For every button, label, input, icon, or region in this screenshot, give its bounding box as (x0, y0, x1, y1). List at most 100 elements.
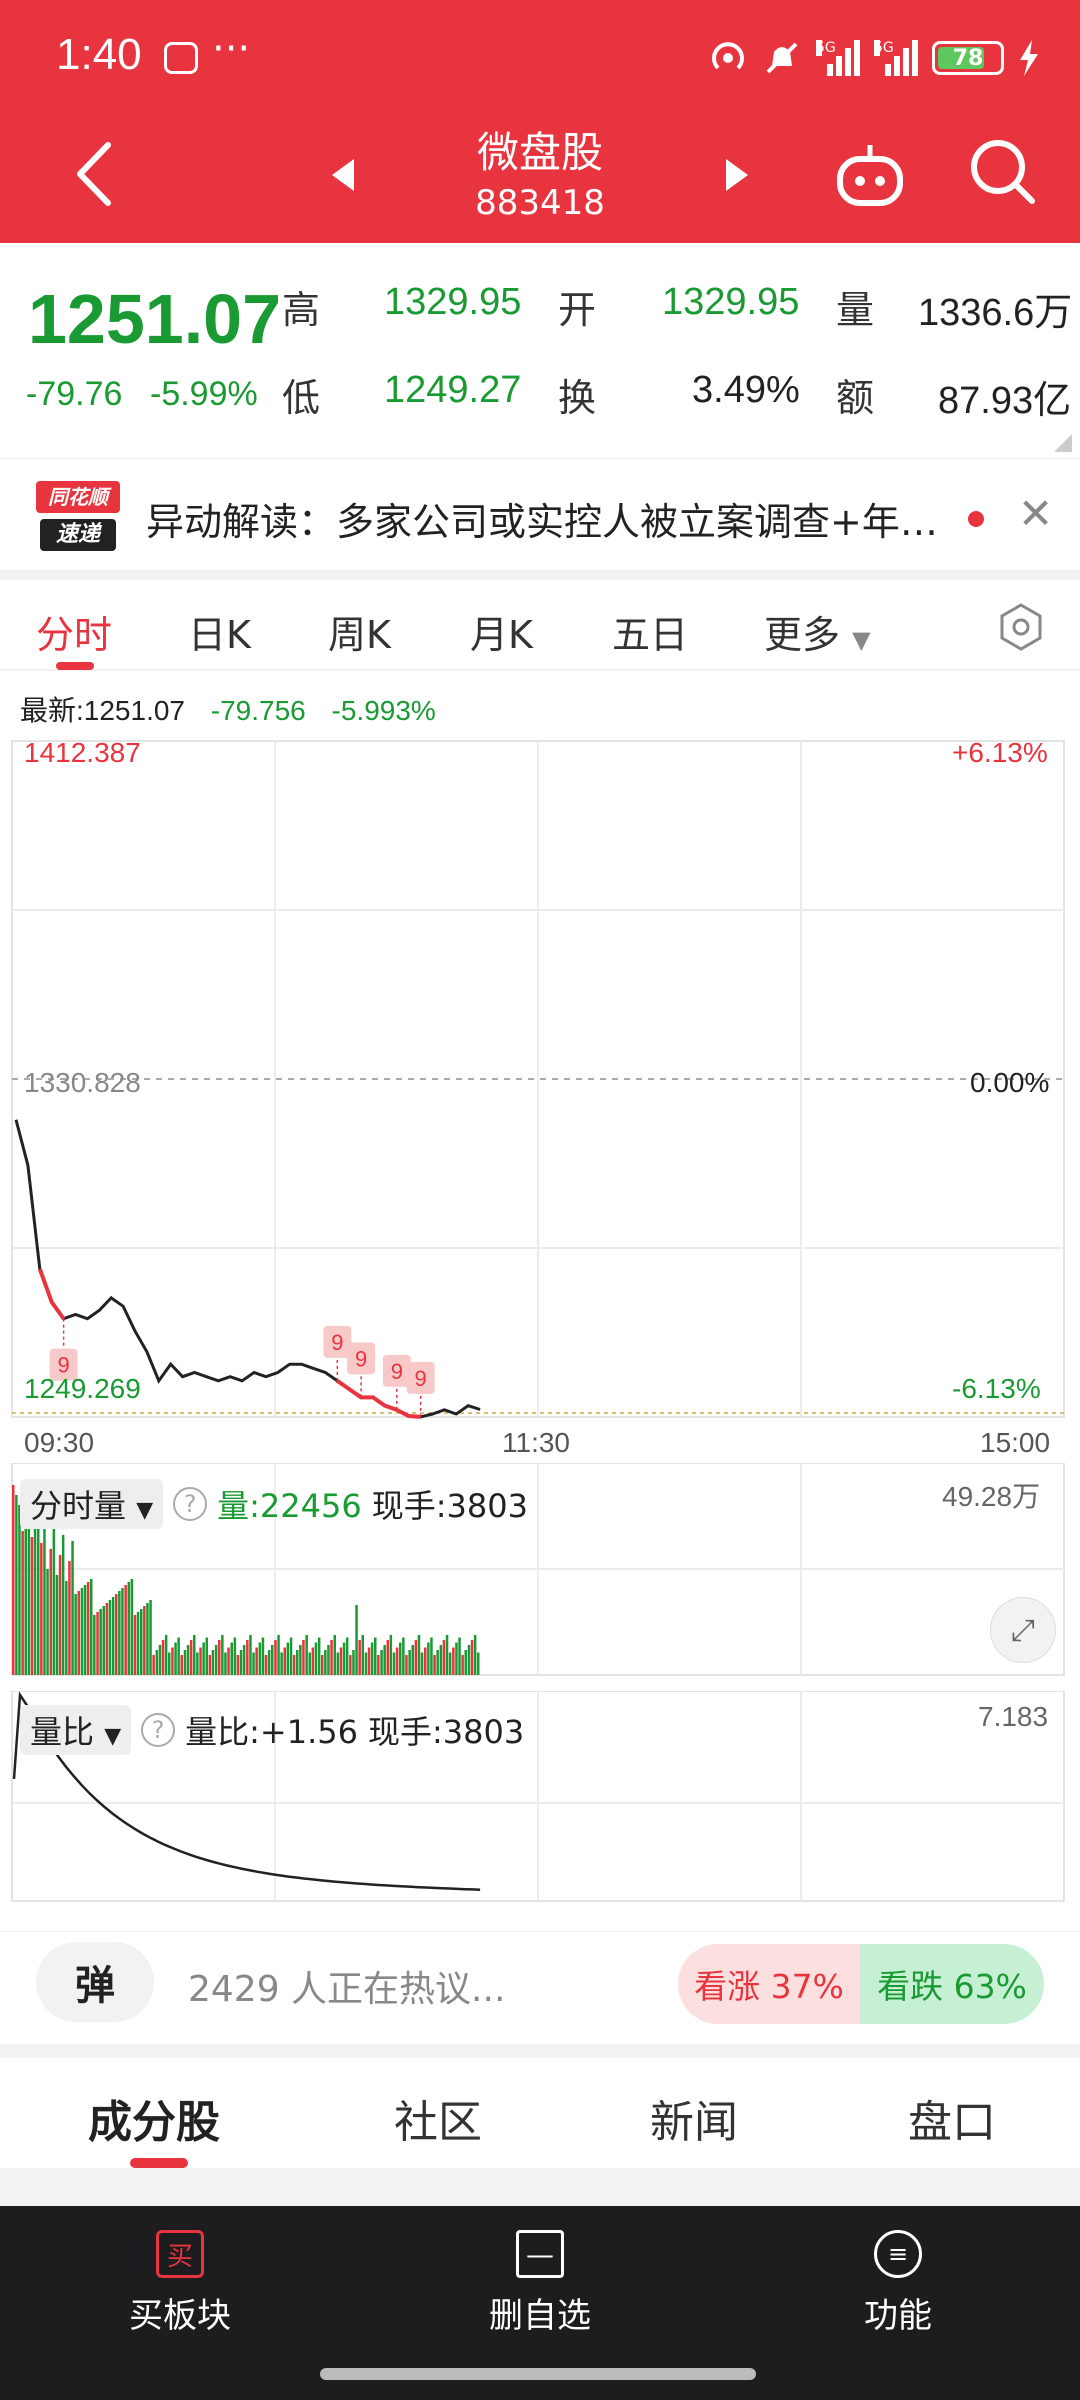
volume-bar-113 (364, 1652, 368, 1675)
volume-bar-110 (355, 1605, 358, 1675)
volume-bar-102 (330, 1640, 333, 1675)
volume-bar-42 (143, 1606, 146, 1675)
assistant-robot-icon[interactable] (834, 139, 906, 211)
volume-bar-130 (417, 1635, 421, 1675)
volume-bar-20 (74, 1594, 77, 1675)
news-bar[interactable]: 同花顺 速递 异动解读：多家公司或实控人被立案调查+年… ✕ (0, 458, 1080, 570)
amount-value: 87.93亿 (938, 380, 1072, 422)
volume-bar-108 (349, 1655, 352, 1675)
volume-bar-96 (311, 1647, 315, 1675)
fullscreen-icon[interactable]: ⤢ (990, 1597, 1056, 1663)
volume-selector[interactable]: 分时量 ▼ (20, 1479, 164, 1529)
volume-bar-99 (321, 1655, 324, 1675)
svg-text:9: 9 (391, 1359, 403, 1384)
volume-bar-82 (267, 1650, 271, 1675)
system-icons: 5G 5G 78 (708, 34, 1040, 82)
volume-bar-13 (52, 1529, 56, 1675)
volume-bar-9 (40, 1543, 43, 1675)
high-value: 1329.95 (384, 281, 522, 323)
volume-bar-12 (49, 1549, 52, 1675)
volume-bar-101 (327, 1645, 330, 1675)
next-stock-icon[interactable] (722, 155, 752, 195)
search-icon[interactable] (966, 135, 1038, 207)
volume-bar-73 (239, 1650, 243, 1675)
tab-weekly-k[interactable]: 周K (328, 604, 391, 659)
tab-community[interactable]: 社区 (394, 2086, 482, 2150)
danmu-toggle-button[interactable]: 弹 (36, 1942, 154, 2022)
tab-five-day[interactable]: 五日 (612, 604, 688, 659)
tab-news[interactable]: 新闻 (650, 2086, 738, 2150)
volume-bar-116 (374, 1637, 377, 1675)
expand-corner-icon[interactable] (1054, 434, 1072, 452)
header: 1:40 ··· 5G 5G 78 微盘股 883418 (0, 0, 1080, 243)
intraday-price-chart[interactable]: 999 9 9 (0, 727, 1080, 1427)
volume-bar-43 (146, 1603, 149, 1675)
news-logo: 同花顺 速递 (36, 481, 120, 553)
volume-bar-4 (24, 1511, 27, 1675)
volume-bar-19 (71, 1541, 74, 1675)
highlight-segment-1 (37, 1268, 66, 1320)
volume-bar-18 (68, 1561, 71, 1675)
volume-bar-98 (317, 1637, 321, 1675)
volume-bar-68 (224, 1652, 227, 1675)
tab-monthly-k[interactable]: 月K (470, 604, 533, 659)
volume-bar-109 (352, 1650, 355, 1675)
remove-watchlist-button[interactable]: — 删自选 (440, 2230, 640, 2337)
volume-bar-64 (211, 1650, 215, 1675)
time-mid: 11:30 (502, 1427, 570, 1458)
volume-bar-89 (289, 1637, 293, 1675)
svg-text:9: 9 (355, 1346, 367, 1371)
volume-bar-58 (193, 1635, 196, 1675)
volume-bar-10 (43, 1523, 46, 1675)
volume-bar-85 (277, 1635, 280, 1675)
volume-bar-81 (264, 1655, 268, 1675)
volume-bar-78 (255, 1647, 258, 1675)
help-icon[interactable]: ? (141, 1713, 176, 1747)
price-change: -79.76 (26, 375, 123, 413)
volume-bar-121 (389, 1635, 393, 1675)
volume-bar-93 (302, 1640, 305, 1675)
close-icon[interactable]: ✕ (1018, 489, 1053, 538)
tab-daily-k[interactable]: 日K (188, 604, 251, 659)
volume-bar-6 (30, 1537, 34, 1675)
volume-bar-119 (383, 1645, 386, 1675)
volume-bar-77 (252, 1652, 255, 1675)
buy-sector-button[interactable]: 买 买板块 (80, 2230, 280, 2337)
volume-bar-49 (164, 1635, 168, 1675)
volume-bar-95 (308, 1652, 311, 1675)
volume-bar-107 (345, 1637, 349, 1675)
volume-bar-27 (96, 1612, 99, 1675)
status-time: 1:40 (56, 30, 142, 79)
buy-icon: 买 (156, 2230, 204, 2278)
ratio-selector[interactable]: 量比 ▼ (20, 1705, 132, 1755)
chart-tabs: 分时 日K 周K 月K 五日 更多 ▼ (0, 580, 1080, 670)
volume-bar-103 (333, 1635, 336, 1675)
td-marker-4: 9 (406, 1361, 435, 1417)
volume-bar-35 (121, 1588, 124, 1675)
volume-bar-91 (296, 1650, 299, 1675)
functions-button[interactable]: ≡ 功能 (798, 2230, 998, 2337)
vote-bear-button[interactable]: 看跌 63% (860, 1944, 1044, 2024)
volume-bar-141 (452, 1647, 455, 1675)
tab-constituents[interactable]: 成分股 (88, 2086, 220, 2150)
volume-bar-50 (168, 1652, 171, 1675)
vote-bar: 看涨 37% 看跌 63% (678, 1944, 1044, 2024)
td-marker-0: 9 (49, 1318, 78, 1381)
functions-label: 功能 (864, 2296, 932, 2336)
volume-bar-23 (83, 1585, 87, 1675)
volume-bar-52 (174, 1642, 177, 1675)
tab-order-book[interactable]: 盘口 (908, 2086, 996, 2150)
volume-bar-137 (439, 1645, 443, 1675)
news-headline[interactable]: 异动解读：多家公司或实控人被立案调查+年… (146, 491, 966, 546)
active-tab-indicator (56, 662, 94, 670)
tab-more[interactable]: 更多 ▼ (764, 604, 871, 659)
volume-bar-61 (202, 1642, 205, 1675)
discussion-count[interactable]: 2429 人正在热议... (188, 1960, 505, 2012)
axis-min-price: 1249.269 (24, 1373, 141, 1404)
vote-bull-button[interactable]: 看涨 37% (678, 1944, 860, 2024)
signal-icon: 5G (816, 40, 860, 76)
settings-icon[interactable] (996, 602, 1046, 652)
help-icon[interactable]: ? (173, 1487, 208, 1521)
tab-intraday[interactable]: 分时 (36, 604, 112, 659)
volume-bar-117 (377, 1655, 380, 1675)
